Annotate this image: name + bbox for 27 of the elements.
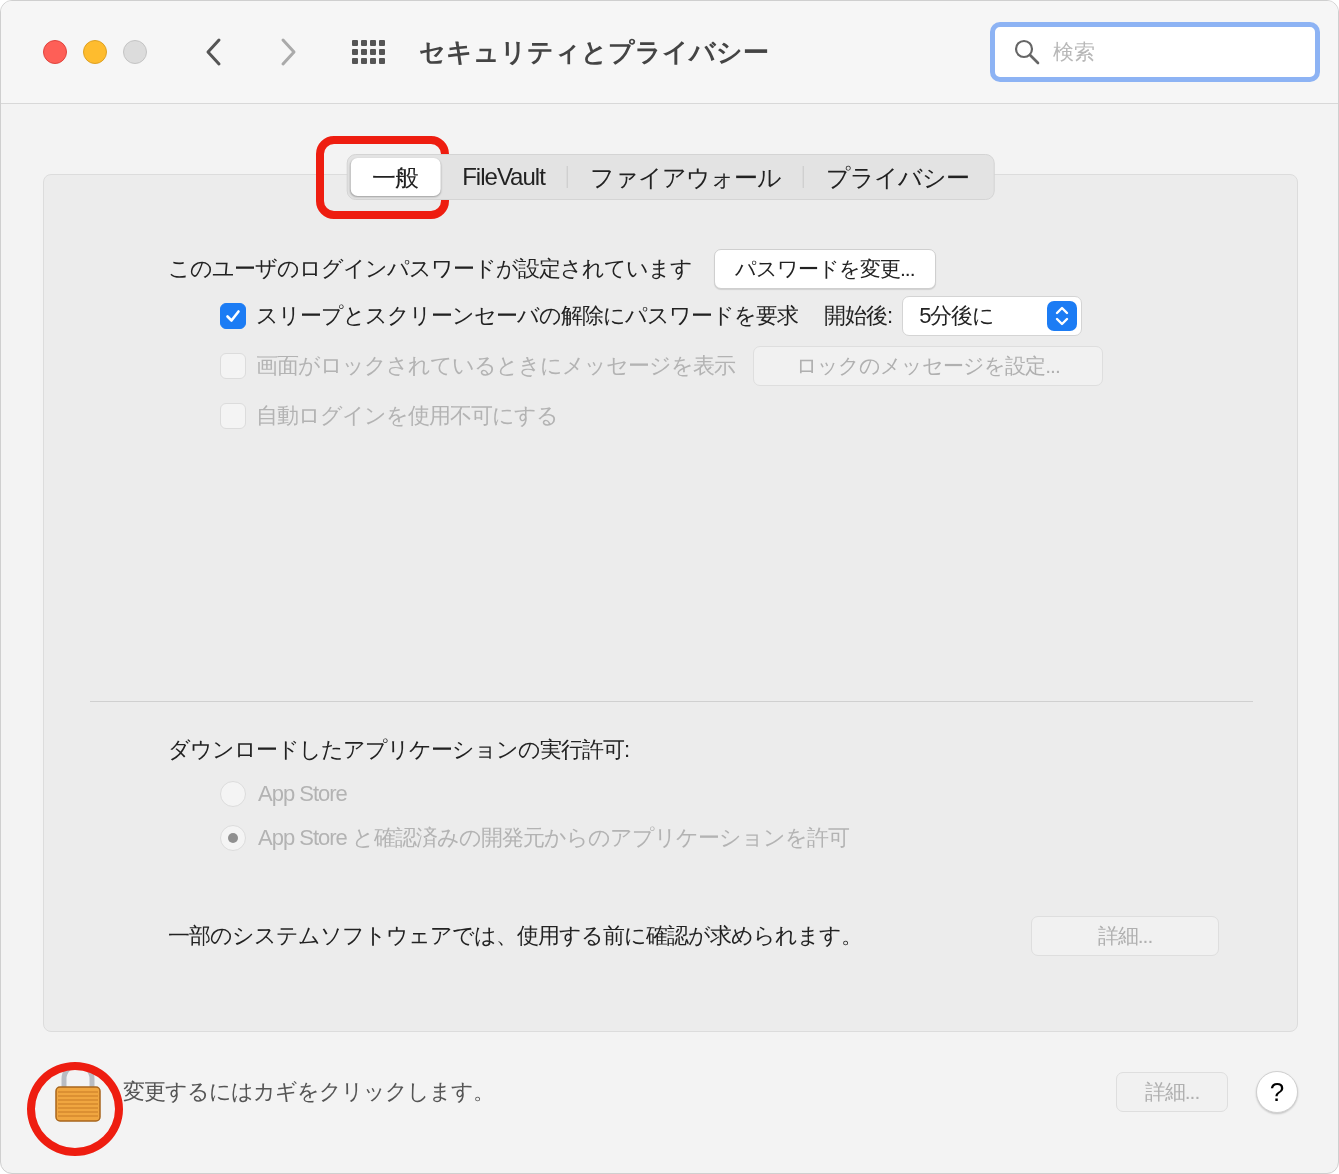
tab[interactable]: プライバシー: [803, 158, 991, 196]
grid-icon[interactable]: [351, 39, 387, 65]
checkbox-label: 自動ログインを使用不可にする: [256, 402, 558, 430]
system-software-text: 一部のシステムソフトウェアでは、使用する前に確認が求められます。: [168, 922, 862, 950]
tab[interactable]: ファイアウォール: [567, 158, 803, 196]
checkbox-label: 画面がロックされているときにメッセージを表示: [256, 352, 735, 380]
close-button[interactable]: [43, 40, 67, 64]
search-field[interactable]: 検索: [990, 22, 1320, 82]
checkmark-icon: [224, 307, 242, 325]
tab[interactable]: FileVault: [440, 158, 567, 196]
search-icon: [1013, 38, 1041, 66]
lock-hint-text: 変更するにはカギをクリックします。: [123, 1078, 494, 1106]
delay-label: 開始後:: [824, 302, 893, 330]
section-label: ダウンロードしたアプリケーションの実行許可:: [168, 736, 630, 764]
help-button[interactable]: ?: [1256, 1071, 1298, 1113]
minimize-button[interactable]: [83, 40, 107, 64]
password-status-text: このユーザのログインパスワードが設定されています: [168, 255, 692, 283]
change-password-button[interactable]: パスワードを変更...: [714, 249, 936, 289]
delay-popup[interactable]: 5分後に: [902, 296, 1083, 336]
zoom-button[interactable]: [123, 40, 147, 64]
checkbox-label: スリープとスクリーンセーバの解除にパスワードを要求: [256, 302, 798, 330]
checkbox[interactable]: [220, 303, 246, 329]
window-title: セキュリティとプライバシー: [419, 35, 769, 69]
stepper-icon: [1047, 301, 1078, 331]
search-input[interactable]: 検索: [1051, 39, 1255, 65]
radio-label: App Store: [258, 781, 347, 807]
tab[interactable]: 一般: [350, 158, 441, 196]
